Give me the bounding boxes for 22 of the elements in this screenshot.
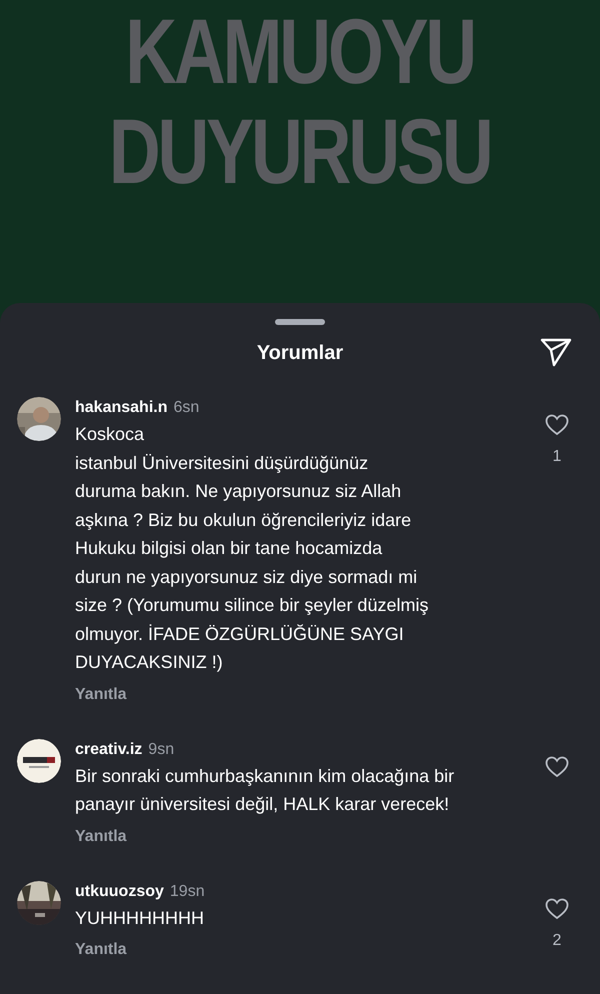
reply-link[interactable]: Yanıtla [75, 682, 127, 706]
comment-text: Koskoca istanbul Üniversitesini düşürdüğünüz duruma bakın. Ne yapıyorsunuz siz Allah aşkına ? Biz bu okulun öğrencileriyiz idare Hukuku bilgisi olan bir tane hocamizda durun ne yapıyorsunuz siz diye sormadı mi size ? (Yorumumu silince bir şeyler düzelmiş olmuyor. İFADE ÖZGÜRLÜĞÜNE SAYGI DUYACAKSINIZ !) [75, 423, 430, 674]
post-headline: DUYURUSU [109, 102, 491, 202]
comment-time: 6sn [173, 398, 200, 418]
comment-text: YUHHHHHHHH [75, 906, 205, 930]
username[interactable]: hakansahi.n [75, 397, 168, 419]
like-count: 2 [552, 930, 562, 950]
username[interactable]: creativ.iz [75, 738, 142, 760]
comment-time: 9sn [148, 740, 174, 760]
reply-link[interactable]: Yanıtla [75, 824, 127, 848]
post-headline: KAMUOYU [126, 2, 474, 102]
comment-time: 19sn [170, 882, 205, 902]
heart-icon[interactable] [545, 756, 569, 778]
comment-text: Bir sonraki cumhurbaşkanının kim olacağına bir panayır üniversitesi değil, HALK karar verecek! [75, 764, 456, 816]
like-count: 1 [552, 447, 562, 467]
send-icon[interactable] [540, 337, 572, 367]
heart-icon[interactable] [545, 898, 569, 920]
drag-handle[interactable] [275, 319, 325, 325]
sheet-title: Yorumlar [256, 341, 344, 366]
username[interactable]: utkuuozsoy [75, 880, 164, 902]
heart-icon[interactable] [545, 414, 569, 436]
reply-link[interactable]: Yanıtla [75, 938, 127, 962]
